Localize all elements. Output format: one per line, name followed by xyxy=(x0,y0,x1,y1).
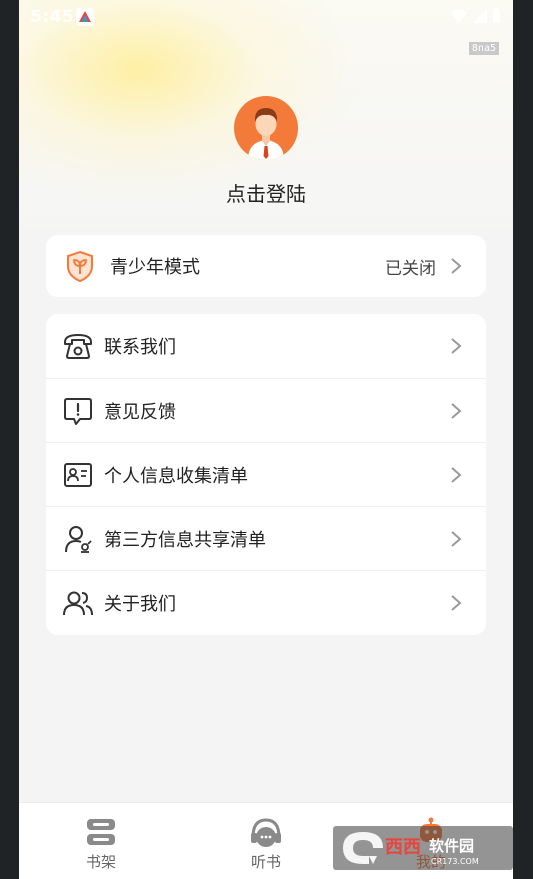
menu-item-about[interactable]: 关于我们 xyxy=(46,570,486,634)
tab-label: 书架 xyxy=(85,853,116,871)
tab-bookshelf[interactable]: 书架 xyxy=(19,803,183,879)
teen-mode-row[interactable]: 青少年模式 已关闭 xyxy=(46,235,486,297)
chevron-right-icon xyxy=(451,466,462,483)
app-screen: 5:45 8na5 点击登陆 青少年模式 已关闭 联系我们 意见反馈 个人信息收… xyxy=(19,0,513,879)
teen-mode-status: 已关闭 xyxy=(385,258,436,279)
status-time: 5:45 xyxy=(30,7,75,27)
menu-item-label: 关于我们 xyxy=(104,593,176,615)
avatar[interactable] xyxy=(234,96,298,160)
chevron-right-icon xyxy=(451,402,462,419)
menu-item-contact[interactable]: 联系我们 xyxy=(46,314,486,378)
app-notification-icon xyxy=(76,8,94,26)
menu-item-label: 个人信息收集清单 xyxy=(104,465,248,487)
menu-item-third-party[interactable]: 第三方信息共享清单 xyxy=(46,506,486,570)
system-icons xyxy=(450,8,501,24)
headphones-icon xyxy=(251,818,281,847)
login-prompt[interactable]: 点击登陆 xyxy=(19,178,513,207)
user-share-icon xyxy=(65,525,92,553)
chevron-right-icon xyxy=(451,530,462,547)
feedback-icon xyxy=(64,397,92,425)
id-card-icon xyxy=(64,462,92,487)
wifi-icon xyxy=(451,9,467,23)
battery-icon xyxy=(493,8,500,23)
avatar-person-icon xyxy=(248,108,284,160)
tab-label: 听书 xyxy=(250,853,281,871)
settings-menu: 联系我们 意见反馈 个人信息收集清单 第三方信息共享清单 关于我们 xyxy=(46,314,486,635)
menu-item-label: 第三方信息共享清单 xyxy=(104,529,266,551)
watermark-text-part1: 西西 xyxy=(385,837,421,858)
telephone-icon xyxy=(64,334,92,359)
menu-item-label: 意见反馈 xyxy=(104,401,176,423)
bookshelf-icon xyxy=(87,819,115,845)
chevron-right-icon xyxy=(451,258,462,274)
menu-item-personal-info[interactable]: 个人信息收集清单 xyxy=(46,442,486,506)
menu-item-label: 联系我们 xyxy=(104,337,176,358)
tab-audiobooks[interactable]: 听书 xyxy=(184,803,348,879)
menu-item-feedback[interactable]: 意见反馈 xyxy=(46,378,486,442)
debug-badge: 8na5 xyxy=(468,42,499,55)
chevron-right-icon xyxy=(451,338,462,354)
watermark-subtext: CR173.COM xyxy=(431,857,479,866)
users-icon xyxy=(63,591,93,615)
chevron-right-icon xyxy=(451,594,462,611)
teen-mode-card[interactable]: 青少年模式 已关闭 xyxy=(46,235,486,297)
watermark-logo: 西西 软件园 CR173.COM xyxy=(333,826,513,870)
teen-mode-label: 青少年模式 xyxy=(110,257,200,278)
watermark-text-part2: 软件园 xyxy=(429,837,474,855)
shield-sprout-icon xyxy=(67,250,93,282)
status-bar: 5:45 8na5 xyxy=(19,0,513,55)
signal-icon xyxy=(473,9,487,23)
